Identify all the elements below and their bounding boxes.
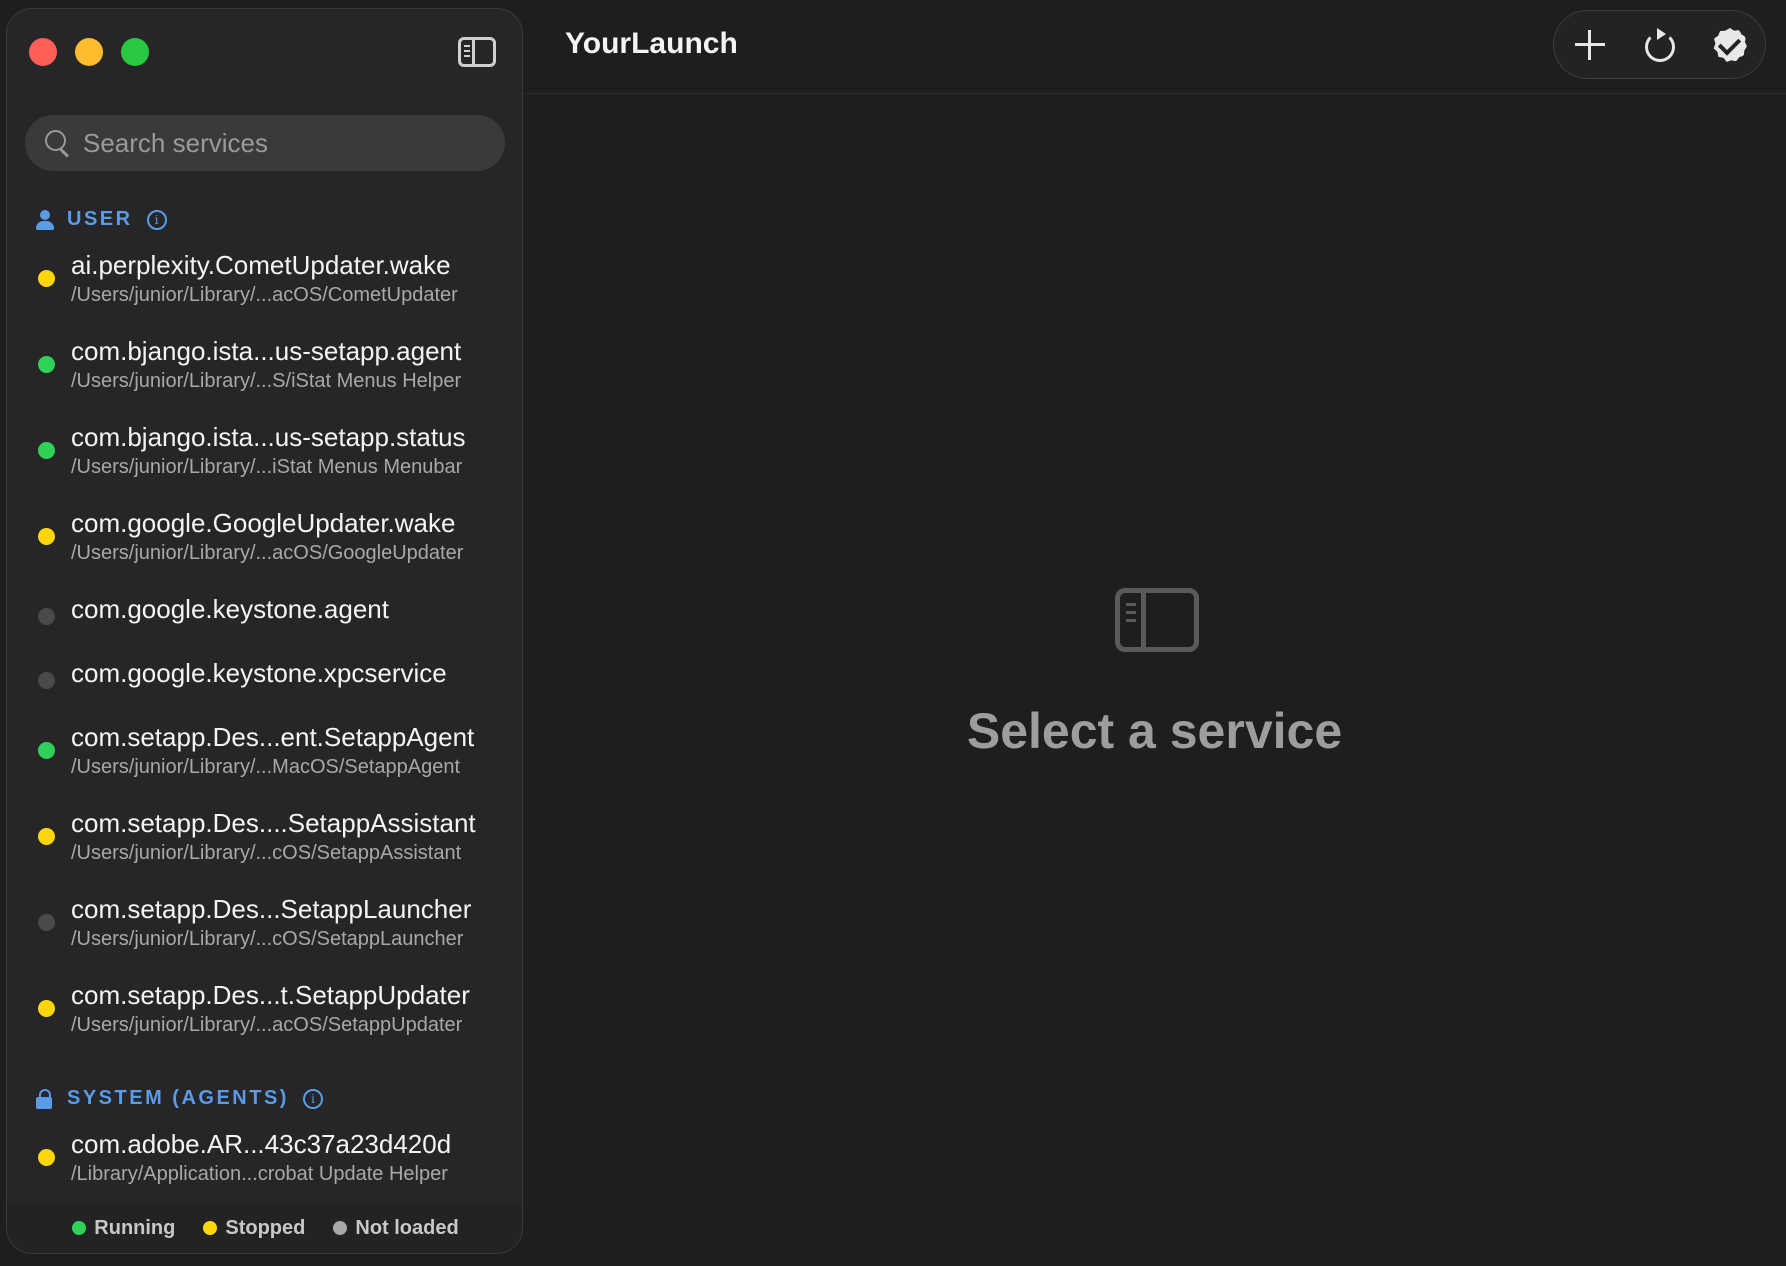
service-name: com.google.GoogleUpdater.wake — [71, 508, 456, 538]
app-window: USER i ai.perplexity.CometUpdater.wake/U… — [0, 0, 1786, 1266]
service-name: com.google.keystone.xpcservice — [71, 658, 447, 688]
service-row[interactable]: com.google.keystone.agent — [7, 594, 522, 662]
status-dot-icon — [38, 914, 55, 931]
service-row[interactable]: com.setapp.Des...SetappLauncher/Users/ju… — [7, 894, 522, 984]
service-path: /Library/Application...crobat Update Hel… — [71, 1163, 448, 1185]
service-name: ai.perplexity.CometUpdater.wake — [71, 250, 451, 280]
service-name: com.adobe.AR...43c37a23d420d — [71, 1129, 452, 1159]
service-row[interactable]: com.bjango.ista...us-setapp.agent/Users/… — [7, 336, 522, 426]
status-legend: Running Stopped Not loaded — [7, 1203, 522, 1253]
service-name: com.bjango.ista...us-setapp.agent — [71, 336, 462, 366]
service-row[interactable]: com.google.GoogleUpdater.wake/Users/juni… — [7, 508, 522, 598]
service-name: com.setapp.Des....SetappAssistant — [71, 808, 476, 838]
status-dot-icon — [38, 528, 55, 545]
empty-state-text: Select a service — [966, 703, 1343, 759]
plus-icon[interactable] — [1573, 28, 1607, 62]
status-dot-icon — [38, 1000, 55, 1017]
service-path: /Users/junior/Library/...S/iStat Menus H… — [71, 370, 462, 392]
service-path: /Users/junior/Library/...acOS/SetappUpda… — [71, 1014, 463, 1036]
search-input[interactable] — [83, 127, 463, 159]
zoom-window-button[interactable] — [121, 38, 149, 66]
service-path: /Users/junior/Library/...acOS/GoogleUpda… — [71, 542, 464, 564]
running-dot-icon — [72, 1221, 87, 1235]
status-dot-icon — [38, 608, 55, 625]
section-header-user: USER i — [35, 208, 167, 231]
service-path: /Users/junior/Library/...iStat Menus Men… — [71, 456, 463, 478]
service-path: /Users/junior/Library/...cOS/SetappAssis… — [71, 842, 462, 864]
service-row[interactable]: com.bjango.ista...us-setapp.status/Users… — [7, 422, 522, 512]
service-path: /Users/junior/Library/...cOS/SetappLaunc… — [71, 928, 464, 950]
refresh-icon[interactable] — [1643, 28, 1677, 62]
section-label: USER — [67, 208, 133, 230]
lock-icon — [35, 1088, 55, 1109]
status-dot-icon — [38, 442, 55, 459]
service-row[interactable]: com.setapp.Des....SetappAssistant/Users/… — [7, 808, 522, 898]
minimize-window-button[interactable] — [75, 38, 103, 66]
person-icon — [35, 209, 55, 230]
service-name: com.google.keystone.agent — [71, 594, 389, 624]
service-row[interactable]: com.setapp.Des...ent.SetappAgent/Users/j… — [7, 722, 522, 812]
service-path: /Users/junior/Library/...MacOS/SetappAge… — [71, 756, 461, 778]
legend-stopped: Stopped — [203, 1217, 305, 1240]
sidebar-icon — [1115, 588, 1199, 652]
status-dot-icon — [38, 1149, 55, 1166]
toolbar — [1553, 10, 1766, 79]
legend-not-loaded: Not loaded — [333, 1216, 459, 1240]
service-name: com.setapp.Des...t.SetappUpdater — [71, 980, 470, 1010]
section-header-system-agents: SYSTEM (AGENTS) i — [35, 1087, 323, 1110]
legend-running: Running — [72, 1217, 175, 1240]
status-dot-icon — [38, 356, 55, 373]
status-dot-icon — [38, 828, 55, 845]
info-icon[interactable]: i — [302, 1088, 323, 1109]
service-row[interactable]: com.setapp.Des...t.SetappUpdater/Users/j… — [7, 980, 522, 1070]
sidebar: USER i ai.perplexity.CometUpdater.wake/U… — [6, 8, 523, 1254]
search-icon — [45, 130, 71, 156]
service-path: /Users/junior/Library/...acOS/CometUpdat… — [71, 284, 458, 306]
close-window-button[interactable] — [29, 38, 57, 66]
service-row[interactable]: ai.perplexity.CometUpdater.wake/Users/ju… — [7, 250, 522, 340]
not-loaded-dot-icon — [333, 1221, 348, 1235]
service-name: com.setapp.Des...ent.SetappAgent — [71, 722, 475, 752]
app-title: YourLaunch — [565, 27, 738, 60]
info-icon[interactable]: i — [146, 209, 167, 230]
status-dot-icon — [38, 742, 55, 759]
stopped-dot-icon — [203, 1221, 218, 1235]
status-dot-icon — [38, 672, 55, 689]
legend-label: Stopped — [225, 1216, 306, 1239]
verified-icon[interactable] — [1713, 28, 1747, 62]
service-row[interactable]: com.google.keystone.xpcservice — [7, 658, 522, 726]
section-label: SYSTEM (AGENTS) — [67, 1087, 289, 1109]
search-field[interactable] — [25, 115, 505, 171]
legend-label: Not loaded — [355, 1216, 459, 1239]
service-name: com.setapp.Des...SetappLauncher — [71, 894, 472, 924]
legend-label: Running — [94, 1216, 176, 1239]
sidebar-toggle-icon[interactable] — [458, 37, 496, 67]
window-controls — [29, 38, 149, 66]
status-dot-icon — [38, 270, 55, 287]
service-name: com.bjango.ista...us-setapp.status — [71, 422, 466, 452]
